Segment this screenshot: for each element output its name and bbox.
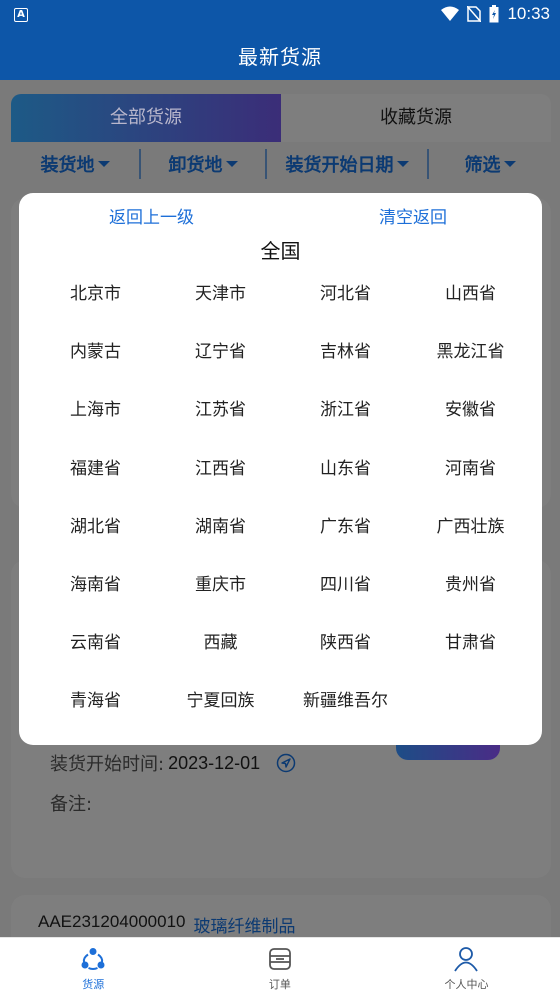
filter-load-place-label: 装货地	[40, 155, 95, 176]
wifi-icon	[441, 6, 460, 21]
province-option[interactable]: 江苏省	[158, 387, 283, 445]
cargo-source-icon	[81, 948, 105, 970]
region-title: 全国	[260, 239, 301, 263]
province-option[interactable]: 广西壮族	[408, 504, 533, 562]
back-button[interactable]: 返回上一级	[109, 203, 194, 228]
bottom-nav: 货源 订单 个人中心	[0, 937, 560, 995]
nav-orders[interactable]: 订单	[187, 938, 374, 995]
province-option[interactable]: 西藏	[158, 620, 283, 678]
province-option[interactable]: 重庆市	[158, 562, 283, 620]
battery-icon	[489, 5, 499, 23]
province-grid: 北京市 天津市 河北省 山西省内蒙古 辽宁省 吉林省 黑龙江省上海市 江苏省 浙江省 安徽省福建省…	[33, 271, 533, 737]
user-icon	[454, 947, 479, 972]
province-option[interactable]: 青海省	[33, 678, 158, 736]
clock: 10:33	[507, 4, 550, 23]
filter-unload-place-label: 卸货地	[168, 155, 223, 176]
divider	[427, 149, 429, 179]
app-bar: 最新货源	[0, 30, 560, 80]
caret-down-icon	[97, 161, 110, 167]
province-option[interactable]: 河北省	[283, 271, 408, 329]
province-option[interactable]: 湖南省	[158, 504, 283, 562]
nav-source[interactable]: 货源	[0, 938, 187, 995]
province-option[interactable]: 广东省	[283, 504, 408, 562]
notification-a-icon: A	[14, 8, 28, 22]
caret-down-icon	[225, 161, 238, 167]
tab-all-sources[interactable]: 全部货源	[11, 94, 281, 142]
no-sim-icon	[467, 6, 482, 22]
province-option[interactable]: 北京市	[33, 271, 158, 329]
filter-bar: 装货地 卸货地 装货开始日期 筛选	[11, 143, 551, 185]
province-option[interactable]: 山西省	[408, 271, 533, 329]
cargo-card-header: AAE231204000010 玻璃纤维制品	[38, 912, 295, 937]
navigation-icon[interactable]	[276, 753, 296, 773]
province-option[interactable]: 浙江省	[283, 387, 408, 445]
region-picker-dialog: 返回上一级 清空返回 全国 北京市 天津市 河北省 山西省内蒙古 辽宁省 吉林省 黑龙江省上…	[19, 193, 542, 745]
province-option[interactable]: 山东省	[283, 446, 408, 504]
load-start-time-value: 2023-12-01	[168, 752, 261, 773]
province-option[interactable]: 上海市	[33, 387, 158, 445]
filter-unload-place[interactable]: 卸货地	[141, 143, 265, 185]
nav-source-label: 货源	[82, 978, 105, 991]
filter-load-place[interactable]: 装货地	[11, 143, 139, 185]
province-option[interactable]: 海南省	[33, 562, 158, 620]
province-option[interactable]: 新疆维吾尔	[283, 678, 408, 736]
caret-down-icon	[503, 161, 516, 167]
cargo-id: AAE231204000010	[38, 912, 186, 931]
load-start-time-label: 装货开始时间:	[50, 754, 165, 775]
filter-load-start-date-label: 装货开始日期	[285, 155, 394, 176]
filter-screen-label: 筛选	[464, 155, 501, 176]
province-option[interactable]: 江西省	[158, 446, 283, 504]
page-title: 最新货源	[238, 45, 322, 69]
province-option[interactable]: 湖北省	[33, 504, 158, 562]
order-icon	[268, 948, 291, 970]
tab-favorite-sources[interactable]: 收藏货源	[281, 94, 551, 142]
remark-label: 备注:	[50, 794, 93, 815]
province-option[interactable]: 福建省	[33, 446, 158, 504]
divider	[139, 149, 141, 179]
status-bar: A 10:33	[0, 0, 560, 30]
source-tabs: 全部货源 收藏货源	[11, 94, 551, 142]
province-option[interactable]: 河南省	[408, 446, 533, 504]
province-option[interactable]: 安徽省	[408, 387, 533, 445]
province-option[interactable]: 内蒙古	[33, 329, 158, 387]
province-option[interactable]: 贵州省	[408, 562, 533, 620]
province-option[interactable]: 辽宁省	[158, 329, 283, 387]
nav-profile[interactable]: 个人中心	[373, 938, 560, 995]
filter-screen[interactable]: 筛选	[429, 143, 551, 185]
nav-profile-label: 个人中心	[444, 978, 489, 991]
nav-orders-label: 订单	[268, 978, 291, 991]
province-option[interactable]: 陕西省	[283, 620, 408, 678]
province-option[interactable]: 吉林省	[283, 329, 408, 387]
caret-down-icon	[396, 161, 409, 167]
province-option[interactable]: 云南省	[33, 620, 158, 678]
cargo-category: 玻璃纤维制品	[193, 917, 296, 937]
clear-return-button[interactable]: 清空返回	[379, 203, 447, 228]
province-option[interactable]: 天津市	[158, 271, 283, 329]
province-option[interactable]: 甘肃省	[408, 620, 533, 678]
filter-load-start-date[interactable]: 装货开始日期	[267, 143, 427, 185]
load-start-time-row: 装货开始时间: 2023-12-01	[50, 750, 296, 776]
province-option[interactable]: 四川省	[283, 562, 408, 620]
province-option[interactable]: 黑龙江省	[408, 329, 533, 387]
divider	[265, 149, 267, 179]
province-option[interactable]: 宁夏回族	[158, 678, 283, 736]
